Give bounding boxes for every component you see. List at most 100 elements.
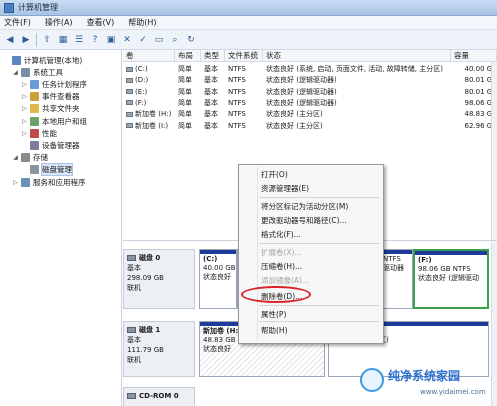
volume-row[interactable]: 新加卷 (I:) 简单 基本 NTFS 状态良好 (主分区) 62.96 GB [123,121,497,132]
expand-toggle-icon[interactable]: ◢ [12,154,19,161]
disk-0-label[interactable]: 磁盘 0 基本 298.09 GB 联机 [123,249,195,309]
tree-item[interactable]: ▷ 本地用户和组 [21,115,87,127]
forward-icon[interactable]: ▶ [20,34,32,46]
help-icon[interactable]: ? [89,34,101,46]
refresh-icon[interactable]: ↻ [185,34,197,46]
context-menu-item[interactable]: 资源管理器(E) [239,183,383,195]
tree-item-label: 任务计划程序 [42,79,87,89]
event-icon [30,92,39,102]
expand-toggle-icon[interactable]: ▷ [21,118,28,125]
users-icon [30,116,39,126]
computer-icon [12,55,21,65]
up-folder-icon[interactable]: ⇧ [41,34,53,46]
watermark-url: www.yidaimei.com [420,388,486,396]
check-icon[interactable]: ✓ [137,34,149,46]
console-icon[interactable]: ▣ [105,34,117,46]
show-tree-icon[interactable]: ▦ [57,34,69,46]
tree-item-label: 共享文件夹 [42,104,80,114]
expand-toggle-icon[interactable]: ◢ [12,69,19,76]
column-header-type[interactable]: 类型 [201,50,225,62]
volume-row[interactable]: (E:) 简单 基本 NTFS 状态良好 (逻辑驱动器) 80.01 GB [123,87,497,98]
menu-view[interactable]: 查看(V) [87,17,115,28]
tree-item-label: 设备管理器 [42,140,80,150]
watermark: 纯净系统家园 www.yidaimei.com [360,364,496,404]
watermark-title: 纯净系统家园 [388,369,461,383]
column-header-volume[interactable]: 卷 [123,50,175,62]
volume-name-text: (F:) [135,98,147,107]
partition-e[interactable]: NTFS 驱动器 [379,249,413,309]
expand-toggle-icon[interactable]: ▷ [21,93,28,100]
search-icon[interactable]: ⌕ [169,34,181,46]
context-menu-item[interactable]: 帮助(H) [239,325,383,337]
tree-item-label: 性能 [42,128,57,138]
tree-item[interactable]: ◢ 存储 [12,152,48,164]
performance-icon [30,128,39,138]
column-header-capacity[interactable]: 容量 [451,50,497,62]
partition-c[interactable]: (C:) 40.00 GB 状态良好 [199,249,237,309]
context-menu-item[interactable]: 更改驱动器号和路径(C)... [239,215,383,227]
context-menu-item: 添加镜像(A)... [261,276,310,285]
context-menu-item[interactable]: 格式化(F)... [239,229,383,241]
column-header-layout[interactable]: 布局 [175,50,201,62]
tree-item[interactable]: ▷ 事件查看器 [21,91,80,103]
context-menu-separator [259,321,379,322]
volume-fs: NTFS [228,98,246,107]
expand-toggle-icon[interactable]: ▷ [21,81,28,88]
context-menu-item[interactable]: 打开(O) [239,169,383,181]
tree-item[interactable]: ▷ 服务和应用程序 [12,176,86,188]
back-icon[interactable]: ◀ [4,34,16,46]
disk-1-label[interactable]: 磁盘 1 基本 111.79 GB 联机 [123,321,195,377]
volume-row[interactable]: (F:) 简单 基本 NTFS 状态良好 (逻辑驱动器) 98.06 GB [123,98,497,109]
column-header-filesystem[interactable]: 文件系统 [225,50,263,62]
tree-item[interactable]: 计算机管理(本地) [3,54,82,66]
delete-icon[interactable]: ✕ [121,34,133,46]
partition-status: 状态良好 (逻辑驱动 [418,274,479,282]
tree-item-label: 存储 [33,153,48,163]
disk-name: CD-ROM 0 [139,392,179,400]
services-icon [21,177,30,187]
tree-item[interactable]: ◢ 系统工具 [12,66,63,78]
properties-icon[interactable]: ☰ [73,34,85,46]
tree-item[interactable]: ▷ 任务计划程序 [21,78,87,90]
volume-layout: 简单 [178,98,192,107]
tools-icon [21,67,30,77]
volume-name: (D:) [123,75,175,86]
partition-f[interactable]: (F:) 98.06 GB NTFS 状态良好 (逻辑驱动 [413,249,489,309]
column-header-status[interactable]: 状态 [263,50,451,62]
menu-file[interactable]: 文件(F) [4,17,31,28]
title-bar: 计算机管理 [0,0,497,16]
volume-row[interactable]: 新加卷 (H:) 简单 基本 NTFS 状态良好 (主分区) 48.83 GB [123,109,497,120]
computer-management-icon [4,2,14,13]
volume-name: 新加卷 (I:) [123,121,175,132]
expand-toggle-icon[interactable]: ▷ [21,105,28,112]
folder-open-icon[interactable]: ▭ [153,34,165,46]
context-menu-item[interactable]: 属性(P) [239,309,383,321]
cdrom-0-label[interactable]: CD-ROM 0 [123,387,195,406]
volume-icon [126,100,133,106]
menu-help[interactable]: 帮助(H) [128,17,156,28]
volume-list-scrollbar[interactable] [491,62,497,240]
watermark-logo-icon [360,368,384,392]
context-menu-item[interactable]: 压缩卷(H)... [239,261,383,273]
volume-status: 状态良好 (逻辑驱动器) [266,87,337,96]
storage-icon [21,153,30,163]
tree-item[interactable]: ▷ 性能 [21,127,57,139]
tree-item[interactable]: 磁盘管理 [21,163,73,177]
volume-layout: 简单 [178,76,192,85]
volume-icon [126,77,133,83]
menu-action[interactable]: 操作(A) [45,17,73,28]
disk-icon [127,255,136,261]
volume-name-text: 新加卷 (I:) [135,121,169,130]
volume-status: 状态良好 (系统, 启动, 页面文件, 活动, 故障转储, 主分区) [266,65,443,73]
volume-row[interactable]: (D:) 简单 基本 NTFS 状态良好 (逻辑驱动器) 80.01 GB [123,75,497,86]
context-menu-item[interactable]: 将分区标记为活动分区(M) [239,201,383,213]
expand-toggle-icon[interactable]: ▷ [21,130,28,137]
volume-row[interactable]: (C:) 简单 基本 NTFS 状态良好 (系统, 启动, 页面文件, 活动, 故障转储… [123,64,497,75]
menu-bar: 文件(F) 操作(A) 查看(V) 帮助(H) [0,16,497,30]
tree-item[interactable]: ▷ 共享文件夹 [21,103,80,115]
volume-name: 新加卷 (H:) [123,109,175,120]
expand-toggle-icon[interactable]: ▷ [12,179,19,186]
volume-icon [126,111,133,117]
tree-item[interactable]: 设备管理器 [21,139,80,151]
volume-icon [126,123,133,128]
